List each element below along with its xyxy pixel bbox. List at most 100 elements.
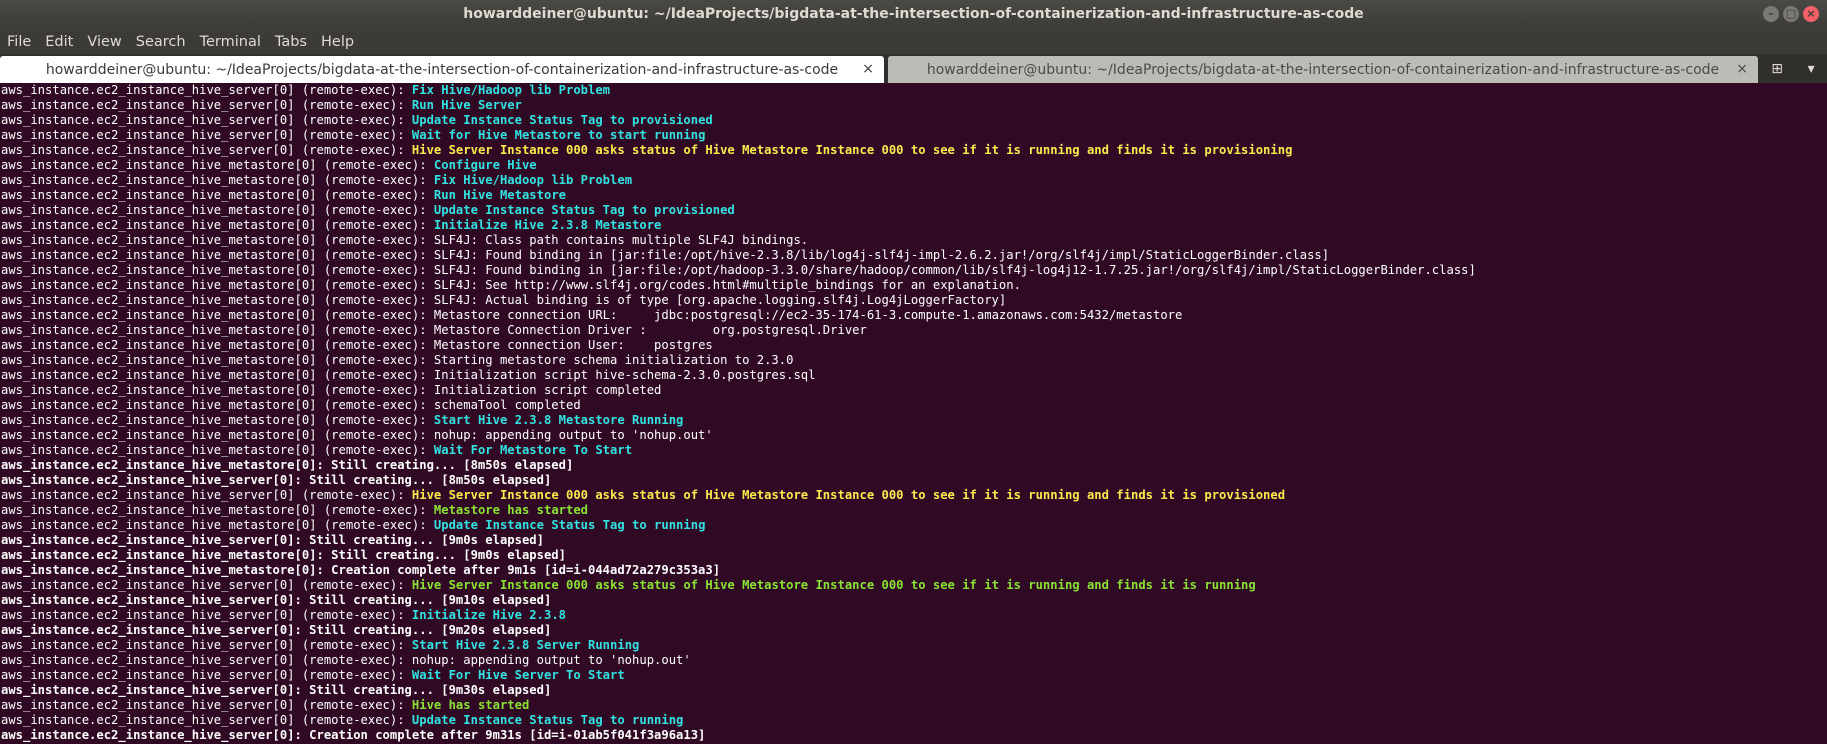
menu-terminal[interactable]: Terminal [193,34,268,50]
terminal-line: aws_instance.ec2_instance_hive_metastore… [0,308,1827,323]
terminal-text: aws_instance.ec2_instance_hive_server[0]… [1,128,412,142]
menu-help[interactable]: Help [314,34,361,50]
terminal-text: Update Instance Status Tag to running [411,713,684,727]
terminal-text: aws_instance.ec2_instance_hive_metastore… [1,383,662,397]
terminal-text: aws_instance.ec2_instance_hive_server[0]… [1,578,412,592]
terminal-line: aws_instance.ec2_instance_hive_metastore… [0,458,1827,473]
close-button[interactable]: × [1803,6,1819,22]
terminal-line: aws_instance.ec2_instance_hive_metastore… [0,503,1827,518]
window-titlebar[interactable]: howarddeiner@ubuntu: ~/IdeaProjects/bigd… [0,0,1827,29]
terminal-text: Fix Hive/Hadoop lib Problem [433,173,633,187]
menu-bar: File Edit View Search Terminal Tabs Help [0,29,1827,54]
terminal-line: aws_instance.ec2_instance_hive_server[0]… [0,143,1827,158]
terminal-line: aws_instance.ec2_instance_hive_metastore… [0,518,1827,533]
terminal-text: aws_instance.ec2_instance_hive_metastore… [1,413,434,427]
terminal-line: aws_instance.ec2_instance_hive_metastore… [0,233,1827,248]
menu-view[interactable]: View [80,34,128,50]
terminal-text: Fix Hive/Hadoop lib Problem [411,83,611,97]
terminal-text: aws_instance.ec2_instance_hive_server[0]… [1,683,552,697]
terminal-text: Initialize Hive 2.3.8 [411,608,566,622]
terminal-line: aws_instance.ec2_instance_hive_metastore… [0,398,1827,413]
terminal-line: aws_instance.ec2_instance_hive_server[0]… [0,653,1827,668]
terminal-line: aws_instance.ec2_instance_hive_metastore… [0,563,1827,578]
terminal-text: Hive Server Instance 000 asks status of … [411,578,1256,592]
terminal-text: aws_instance.ec2_instance_hive_metastore… [1,173,434,187]
terminal-line: aws_instance.ec2_instance_hive_server[0]… [0,668,1827,683]
maximize-button[interactable]: □ [1783,6,1799,22]
terminal-text: Initialize Hive 2.3.8 Metastore [433,218,662,232]
terminal-text: aws_instance.ec2_instance_hive_server[0]… [1,698,412,712]
terminal-text: aws_instance.ec2_instance_hive_metastore… [1,398,581,412]
new-tab-icon[interactable]: ⊞ [1771,61,1783,77]
terminal-text: Update Instance Status Tag to running [433,518,706,532]
terminal-line: aws_instance.ec2_instance_hive_metastore… [0,293,1827,308]
terminal-line: aws_instance.ec2_instance_hive_metastore… [0,278,1827,293]
terminal-text: aws_instance.ec2_instance_hive_metastore… [1,338,713,352]
terminal-line: aws_instance.ec2_instance_hive_metastore… [0,368,1827,383]
tab-terminal-1[interactable]: howarddeiner@ubuntu: ~/IdeaProjects/bigd… [0,56,884,83]
terminal-text: aws_instance.ec2_instance_hive_metastore… [1,158,434,172]
terminal-text: aws_instance.ec2_instance_hive_metastore… [1,368,816,382]
terminal-text: aws_instance.ec2_instance_hive_metastore… [1,323,867,337]
terminal-text: Update Instance Status Tag to provisione… [411,113,713,127]
terminal-text: aws_instance.ec2_instance_hive_metastore… [1,458,574,472]
window-title: howarddeiner@ubuntu: ~/IdeaProjects/bigd… [463,6,1364,22]
terminal-text: aws_instance.ec2_instance_hive_metastore… [1,563,721,577]
terminal-text: aws_instance.ec2_instance_hive_metastore… [1,428,713,442]
terminal-line: aws_instance.ec2_instance_hive_metastore… [0,443,1827,458]
menu-tabs[interactable]: Tabs [268,34,314,50]
terminal-text: aws_instance.ec2_instance_hive_server[0]… [1,713,412,727]
terminal-text: aws_instance.ec2_instance_hive_server[0]… [1,98,412,112]
terminal-line: aws_instance.ec2_instance_hive_metastore… [0,353,1827,368]
menu-search[interactable]: Search [129,34,193,50]
terminal-line: aws_instance.ec2_instance_hive_server[0]… [0,533,1827,548]
terminal-text: aws_instance.ec2_instance_hive_metastore… [1,548,566,562]
terminal-line: aws_instance.ec2_instance_hive_server[0]… [0,98,1827,113]
terminal-text: Hive Server Instance 000 asks status of … [411,143,1293,157]
terminal-line: aws_instance.ec2_instance_hive_server[0]… [0,128,1827,143]
terminal-text: aws_instance.ec2_instance_hive_server[0]… [1,653,691,667]
terminal-text: Hive has started [411,698,530,712]
terminal-line: aws_instance.ec2_instance_hive_server[0]… [0,473,1827,488]
terminal-text: aws_instance.ec2_instance_hive_metastore… [1,503,434,517]
terminal-text: aws_instance.ec2_instance_hive_server[0]… [1,488,412,502]
terminal-text: Start Hive 2.3.8 Metastore Running [433,413,684,427]
menu-file[interactable]: File [0,34,38,50]
terminal-line: aws_instance.ec2_instance_hive_metastore… [0,248,1827,263]
terminal-line: aws_instance.ec2_instance_hive_server[0]… [0,728,1827,743]
terminal-text: Wait For Metastore To Start [433,443,633,457]
terminal-text: aws_instance.ec2_instance_hive_metastore… [1,188,434,202]
terminal-text: Configure Hive [433,158,537,172]
terminal-line: aws_instance.ec2_instance_hive_metastore… [0,413,1827,428]
terminal-text: aws_instance.ec2_instance_hive_server[0]… [1,533,544,547]
minimize-button[interactable]: – [1763,6,1779,22]
terminal-text: Run Hive Server [411,98,522,112]
terminal-line: aws_instance.ec2_instance_hive_server[0]… [0,488,1827,503]
tab-close-icon[interactable]: × [862,61,874,77]
tab-terminal-2[interactable]: howarddeiner@ubuntu: ~/IdeaProjects/bigd… [888,56,1758,83]
terminal-line: aws_instance.ec2_instance_hive_metastore… [0,173,1827,188]
terminal-output[interactable]: aws_instance.ec2_instance_hive_server[0]… [0,83,1827,744]
terminal-line: aws_instance.ec2_instance_hive_server[0]… [0,578,1827,593]
tabs-menu-icon[interactable]: ▾ [1808,61,1815,77]
menu-edit[interactable]: Edit [38,34,80,50]
terminal-text: aws_instance.ec2_instance_hive_metastore… [1,293,1007,307]
terminal-line: aws_instance.ec2_instance_hive_metastore… [0,158,1827,173]
terminal-text: aws_instance.ec2_instance_hive_metastore… [1,278,1021,292]
terminal-text: aws_instance.ec2_instance_hive_metastore… [1,218,434,232]
terminal-text: aws_instance.ec2_instance_hive_server[0]… [1,473,552,487]
terminal-text: aws_instance.ec2_instance_hive_metastore… [1,353,794,367]
terminal-text: Update Instance Status Tag to provisione… [433,203,735,217]
terminal-text: Hive Server Instance 000 asks status of … [411,488,1286,502]
tab-close-icon[interactable]: × [1736,61,1748,77]
tab-label: howarddeiner@ubuntu: ~/IdeaProjects/bigd… [45,61,839,78]
terminal-text: Wait for Hive Metastore to start running [411,128,706,142]
terminal-line: aws_instance.ec2_instance_hive_server[0]… [0,698,1827,713]
terminal-text: aws_instance.ec2_instance_hive_server[0]… [1,83,412,97]
window-controls: – □ × [1763,6,1819,22]
terminal-text: aws_instance.ec2_instance_hive_metastore… [1,248,1330,262]
terminal-text: aws_instance.ec2_instance_hive_metastore… [1,263,1476,277]
terminal-text: aws_instance.ec2_instance_hive_metastore… [1,518,434,532]
terminal-line: aws_instance.ec2_instance_hive_metastore… [0,383,1827,398]
terminal-text: aws_instance.ec2_instance_hive_server[0]… [1,623,552,637]
